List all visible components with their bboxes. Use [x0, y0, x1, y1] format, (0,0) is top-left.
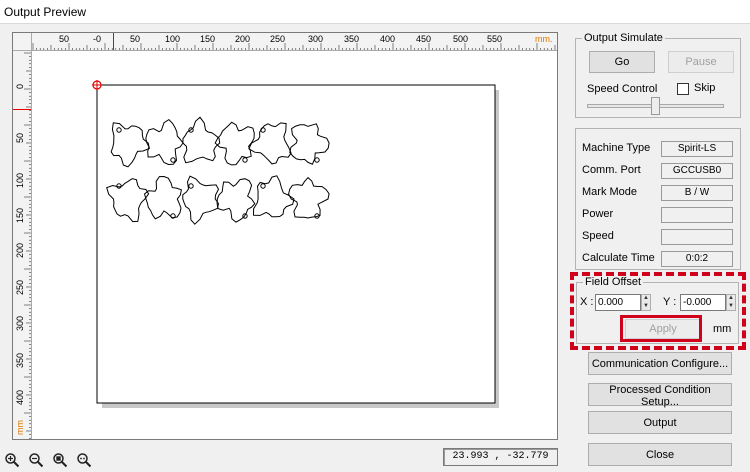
machine-info-label: Mark Mode [582, 186, 638, 198]
ruler-top: 50 -0 50 100 150 200 250 300 350 400 450 500 550 mm. [13, 33, 557, 51]
ruler-top-label: 400 [380, 34, 396, 44]
ruler-top-label: 150 [200, 34, 216, 44]
zoom-actual-icon[interactable] [76, 452, 92, 468]
ruler-left-label: 100 [15, 172, 25, 188]
zoom-fit-icon[interactable] [52, 452, 68, 468]
go-button[interactable]: Go [589, 51, 655, 73]
ruler-top-label: 550 [487, 34, 503, 44]
coordinate-readout: 23.993 , -32.779 [443, 448, 558, 466]
window-title: Output Preview [4, 5, 87, 19]
ruler-top-label: -0 [93, 34, 102, 44]
ruler-top-label: 100 [165, 34, 181, 44]
pause-button[interactable]: Pause [668, 51, 734, 73]
machine-info-value: B / W [661, 185, 733, 201]
speed-control-label: Speed Control [587, 83, 658, 95]
machine-info-label: Speed [582, 230, 614, 242]
preview-workspace[interactable]: 50 -0 50 100 150 200 250 300 350 400 450 500 550 mm. … [12, 32, 558, 440]
ruler-left-label: 250 [15, 279, 25, 295]
title-bar: Output Preview [0, 0, 750, 24]
ruler-top-label: 300 [308, 34, 324, 44]
ruler-top-label: 50 [59, 34, 70, 44]
machine-info-group: Machine Type Spirit-LS Comm. Port GCCUSB0 Ma… [575, 128, 741, 270]
machine-info-value [661, 229, 733, 245]
ruler-top-label: 450 [416, 34, 432, 44]
ruler-left-label: 350 [15, 352, 25, 368]
ruler-left-label: 150 [15, 207, 25, 223]
ruler-top-label: 250 [270, 34, 286, 44]
processed-condition-setup-button[interactable]: Processed Condition Setup... [588, 383, 732, 408]
ruler-left-label: 50 [15, 132, 25, 143]
machine-info-label: Calculate Time [582, 252, 655, 264]
ruler-top-label: 500 [453, 34, 469, 44]
machine-info-label: Power [582, 208, 614, 220]
ruler-top-label: 50 [130, 34, 141, 44]
close-button[interactable]: Close [588, 443, 732, 466]
zoom-out-icon[interactable] [28, 452, 44, 468]
ruler-left-label: 400 [15, 389, 25, 405]
machine-info-value: 0:0:2 [661, 251, 733, 267]
ruler-left-marker [13, 109, 31, 110]
skip-label: Skip [694, 82, 716, 94]
ruler-top-marker [113, 33, 114, 50]
output-simulate-title: Output Simulate [582, 32, 665, 44]
ruler-left-label: 300 [15, 315, 25, 331]
ruler-top-label: 350 [344, 34, 360, 44]
output-simulate-group: Output Simulate Go Pause Speed Control S… [575, 32, 741, 118]
ruler-left-label: 0 [15, 83, 25, 89]
apply-button-highlight [620, 315, 702, 342]
machine-info-value: Spirit-LS [661, 141, 733, 157]
skip-checkbox[interactable] [677, 83, 689, 95]
ruler-top-label: 200 [235, 34, 251, 44]
speed-slider-thumb[interactable] [651, 97, 660, 115]
machine-info-label: Comm. Port [582, 164, 641, 176]
ruler-left: 0 50 100 150 200 250 300 350 400 mm [13, 51, 32, 439]
machine-info-value [661, 207, 733, 223]
ruler-left-unit: mm [15, 420, 25, 435]
ruler-top-unit: mm. [535, 34, 553, 44]
material-sheet [96, 84, 496, 404]
machine-info-label: Machine Type [582, 142, 651, 154]
communication-configure-button[interactable]: Communication Configure... [588, 352, 732, 375]
machine-info-value: GCCUSB0 [661, 163, 733, 179]
output-button[interactable]: Output [588, 411, 732, 434]
ruler-corner [13, 33, 32, 51]
zoom-in-icon[interactable] [4, 452, 20, 468]
preview-canvas[interactable] [13, 33, 557, 439]
ruler-left-label: 200 [15, 242, 25, 258]
